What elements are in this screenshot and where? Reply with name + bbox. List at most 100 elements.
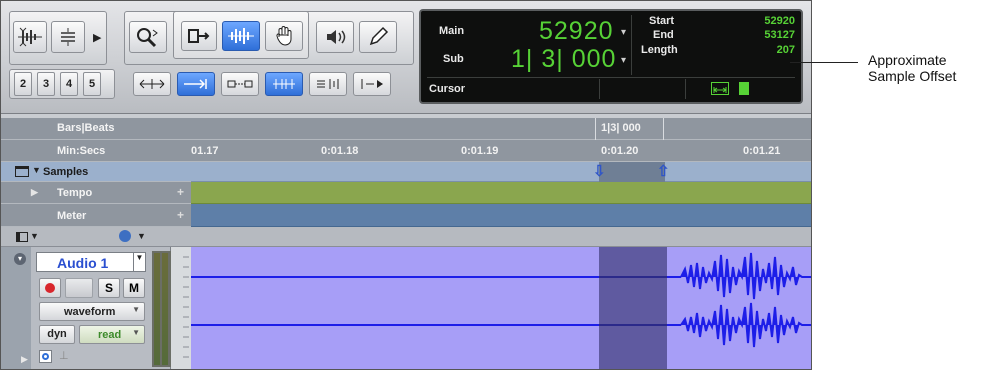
- samples-selection: [599, 162, 665, 182]
- samples-ruler-header[interactable]: ▼ Samples: [1, 162, 191, 182]
- track-name: Audio 1: [57, 255, 109, 271]
- annotation-leader-line: [790, 62, 858, 63]
- tempo-label: Tempo: [57, 187, 93, 199]
- tempo-ruler-header[interactable]: ▶ Tempo +: [1, 182, 191, 204]
- selector-tool-icon[interactable]: [222, 21, 260, 51]
- zoom-vertical-icon[interactable]: [51, 21, 85, 53]
- track-expand-icon[interactable]: ▶: [21, 354, 28, 365]
- tempo-expand-icon[interactable]: ▶: [31, 187, 38, 198]
- timebase-menu-icon[interactable]: ▼: [137, 231, 146, 241]
- bars-beats-marker: 1|3| 000: [601, 122, 641, 134]
- sub-counter-menu-icon[interactable]: ▾: [621, 55, 626, 66]
- main-counter-value[interactable]: 52920: [539, 17, 614, 46]
- automation-type-button[interactable]: dyn: [39, 325, 75, 344]
- meter-right: [162, 253, 168, 365]
- min-secs-ruler[interactable]: 01.17 0:01.18 0:01.19 0:01.20 0:01.21: [191, 140, 811, 162]
- selection-end-marker-icon[interactable]: ⇧: [657, 162, 670, 180]
- track-name-field[interactable]: Audio 1: [36, 252, 134, 272]
- grid-icon[interactable]: [739, 82, 749, 95]
- length-value[interactable]: 207: [777, 44, 795, 56]
- meter-label: Meter: [57, 210, 87, 222]
- record-icon: [45, 283, 55, 293]
- timebase-icon[interactable]: [119, 230, 131, 242]
- nudge-icon[interactable]: [711, 82, 729, 95]
- mute-button[interactable]: M: [123, 278, 145, 298]
- waveform-scale: [171, 247, 191, 369]
- end-label: End: [653, 29, 674, 41]
- link-track-icon[interactable]: [265, 72, 303, 96]
- pencil-tool-icon[interactable]: [359, 21, 397, 53]
- sub-counter-label: Sub: [443, 53, 464, 65]
- meter-ruler[interactable]: [191, 204, 811, 227]
- record-enable-button[interactable]: [39, 278, 61, 298]
- track-name-menu[interactable]: ▼: [134, 252, 146, 272]
- mirror-midi-icon[interactable]: [353, 72, 391, 96]
- track-view-menu-icon: ▼: [132, 305, 140, 314]
- min-secs-tick-4: 0:01.20: [601, 145, 639, 157]
- track-header-strip: ▼ ▼: [1, 227, 811, 247]
- zoom-preset-2[interactable]: 2: [14, 72, 32, 96]
- track-view-selector[interactable]: waveform ▼: [39, 302, 145, 321]
- end-value[interactable]: 53127: [764, 29, 795, 41]
- bars-beats-line-2: [663, 118, 664, 140]
- pro-tools-edit-window: ▶ 2 3 4 5 Main 52920 ▾ Sub 1| 3| 000 ▾ S…: [0, 0, 812, 370]
- zoom-preset-5[interactable]: 5: [83, 72, 101, 96]
- length-label: Length: [641, 44, 678, 56]
- min-secs-ruler-header[interactable]: Min:Secs: [1, 140, 191, 162]
- samples-ruler[interactable]: ⇩ ⇧: [191, 162, 811, 182]
- min-secs-tick-2: 0:01.18: [321, 145, 359, 157]
- zoom-waveform-icon[interactable]: [13, 21, 47, 53]
- main-counter-label: Main: [439, 25, 465, 37]
- add-meter-icon[interactable]: +: [177, 208, 184, 222]
- audio-track-playlist[interactable]: [191, 247, 811, 369]
- spacer-button: [65, 278, 93, 298]
- bars-beats-line: [595, 118, 596, 140]
- main-counter-menu-icon[interactable]: ▾: [621, 27, 626, 38]
- bars-beats-ruler[interactable]: 1|3| 000: [191, 118, 811, 140]
- min-secs-tick-5: 0:01.21: [743, 145, 781, 157]
- cursor-divider: [599, 79, 600, 99]
- track-columns-icon[interactable]: [16, 232, 28, 242]
- samples-expand-icon[interactable]: ▼: [32, 165, 41, 175]
- counter-divider: [631, 15, 632, 75]
- cursor-divider-2: [685, 79, 686, 99]
- grabber-tool-icon[interactable]: [265, 21, 303, 51]
- scrubber-tool-icon[interactable]: [316, 21, 354, 53]
- track-columns-menu-icon[interactable]: ▼: [30, 231, 39, 241]
- zoomer-tool-icon[interactable]: [129, 21, 167, 53]
- samples-label: Samples: [43, 166, 89, 178]
- min-secs-label: Min:Secs: [57, 145, 106, 157]
- automation-mode-menu-icon: ▼: [132, 328, 140, 337]
- solo-button[interactable]: S: [98, 278, 120, 298]
- selection-start-marker-icon[interactable]: ⇩: [593, 162, 606, 180]
- meter-left: [154, 253, 160, 365]
- zoom-preset-4[interactable]: 4: [60, 72, 78, 96]
- track-level-meters: [152, 251, 171, 367]
- start-value[interactable]: 52920: [764, 15, 795, 27]
- voice-indicator-icon: ⊥: [59, 350, 69, 362]
- sub-counter-value[interactable]: 1| 3| 000: [511, 45, 616, 74]
- min-secs-tick-3: 0:01.19: [461, 145, 499, 157]
- automation-mode-selector[interactable]: read ▼: [79, 325, 145, 344]
- tab-to-transient-icon[interactable]: [177, 72, 215, 96]
- link-timeline-icon[interactable]: [221, 72, 259, 96]
- audio-waveform: [191, 252, 811, 348]
- bars-beats-ruler-header[interactable]: Bars|Beats: [1, 118, 191, 140]
- insertion-follows-playback-icon[interactable]: [309, 72, 347, 96]
- ruler-view-icon[interactable]: [15, 166, 29, 177]
- input-monitor-icon[interactable]: [39, 350, 52, 363]
- trim-tool-icon[interactable]: [181, 21, 217, 51]
- zoom-preset-arrow-icon[interactable]: ▶: [93, 31, 101, 44]
- automation-mode-value: read: [98, 329, 122, 341]
- edit-toolbar: ▶ 2 3 4 5 Main 52920 ▾ Sub 1| 3| 000 ▾ S…: [1, 1, 811, 114]
- track-collapse-icon[interactable]: ▾: [14, 253, 26, 265]
- zoom-toggle-icon[interactable]: [133, 72, 171, 96]
- zoom-preset-3[interactable]: 3: [37, 72, 55, 96]
- tempo-ruler[interactable]: [191, 182, 811, 204]
- add-tempo-icon[interactable]: +: [177, 185, 184, 199]
- track-view-value: waveform: [64, 306, 116, 318]
- start-label: Start: [649, 15, 675, 27]
- meter-ruler-header[interactable]: Meter +: [1, 204, 191, 227]
- min-secs-tick-1: 01.17: [191, 145, 219, 157]
- main-counter-display: Main 52920 ▾ Sub 1| 3| 000 ▾ Start End L…: [419, 9, 803, 104]
